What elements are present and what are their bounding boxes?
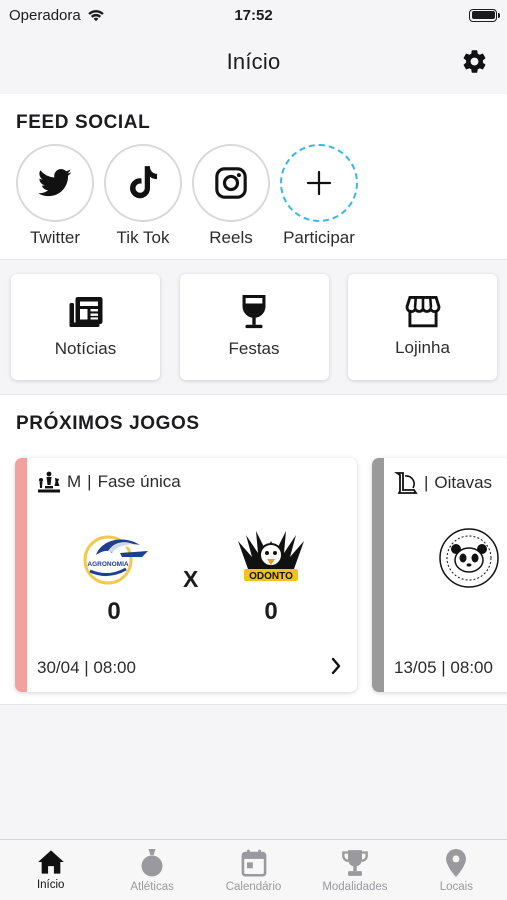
instagram-icon	[215, 167, 247, 199]
odonto-logo-text: ODONTO	[249, 571, 293, 582]
wifi-icon	[87, 10, 104, 22]
home-score: 0	[107, 598, 121, 625]
game-card[interactable]: M | Fase única AGRONOMIA X ODONTO 0 0 30…	[15, 458, 357, 692]
carrier-name: Operadora	[9, 6, 81, 24]
away-score: 0	[264, 598, 278, 625]
quick-link-label: Lojinha	[395, 338, 450, 357]
quick-link-label: Festas	[228, 339, 280, 358]
chevron-right-icon[interactable]	[331, 657, 341, 675]
quick-link-festas[interactable]: Festas	[179, 274, 329, 380]
tab-label: Modalidades	[322, 881, 388, 893]
tab-label: Locais	[439, 881, 473, 893]
social-label: Twitter	[29, 228, 81, 247]
game-accent-stripe	[15, 458, 27, 692]
game-header: M | Fase única	[37, 471, 181, 493]
game-datetime: 13/05 | 08:00	[394, 658, 493, 677]
content-scroll[interactable]: FEED SOCIAL Twitter Tik Tok Reels Partic…	[0, 94, 507, 839]
participar-circle	[280, 144, 358, 222]
tab-inicio[interactable]: Início	[0, 840, 101, 900]
tab-label: Atléticas	[130, 881, 174, 893]
tab-calendario[interactable]: Calendário	[203, 840, 304, 900]
calendar-icon	[241, 849, 266, 877]
social-feed-title: FEED SOCIAL	[16, 112, 151, 133]
trophy-icon	[342, 850, 368, 876]
game-header: | Oitavas	[394, 471, 492, 495]
odonto-logo: ODONTO	[234, 527, 306, 589]
home-icon	[37, 850, 64, 874]
tab-label: Calendário	[225, 881, 282, 893]
gear-icon	[463, 49, 485, 73]
game-card[interactable]: | Oitavas 13/05 | 08:00	[372, 458, 507, 692]
upcoming-games-title: PRÓXIMOS JOGOS	[16, 413, 200, 434]
social-label: Tik Tok	[116, 228, 170, 247]
game-accent-stripe	[372, 458, 384, 692]
panda-logo	[438, 527, 507, 589]
tiktok-circle	[104, 144, 182, 222]
quick-link-label: Notícias	[54, 339, 117, 358]
agronomia-logo: AGRONOMIA	[78, 527, 150, 589]
carrier: Operadora	[9, 7, 105, 24]
game-phase: Oitavas	[434, 473, 493, 492]
twitter-icon	[38, 168, 72, 197]
social-label: Participar	[283, 228, 355, 247]
status-bar: Operadora 17:52	[0, 0, 507, 30]
upcoming-games-section: PRÓXIMOS JOGOS M | Fase única AGRONOMIA …	[0, 395, 507, 705]
game-datetime: 30/04 | 08:00	[37, 658, 136, 677]
game-phase: Fase única	[97, 472, 181, 491]
plus-icon	[306, 170, 332, 196]
tab-atleticas[interactable]: Atléticas	[101, 840, 202, 900]
instagram-circle	[192, 144, 270, 222]
league-of-legends-icon	[394, 472, 418, 494]
tab-modalidades[interactable]: Modalidades	[304, 840, 405, 900]
agronomia-logo-text: AGRONOMIA	[87, 561, 128, 568]
tab-locais[interactable]: Locais	[406, 840, 507, 900]
social-item-tiktok[interactable]: Tik Tok	[99, 144, 187, 248]
battery-icon	[469, 8, 500, 22]
tab-bar: Início Atléticas Calendário Modalidades	[0, 839, 507, 900]
medal-icon	[141, 849, 163, 877]
location-pin-icon	[446, 849, 467, 877]
page-title: Início	[226, 49, 281, 74]
newspaper-icon	[69, 297, 102, 327]
game-separator: |	[424, 473, 429, 492]
twitter-circle	[16, 144, 94, 222]
social-feed-section: FEED SOCIAL Twitter Tik Tok Reels Partic…	[0, 94, 507, 260]
store-icon	[405, 296, 440, 328]
tab-label: Início	[36, 879, 65, 891]
wine-glass-icon	[242, 295, 266, 329]
versus-label: X	[183, 566, 199, 592]
games-carousel[interactable]: M | Fase única AGRONOMIA X ODONTO 0 0 30…	[15, 458, 507, 692]
quick-link-lojinha[interactable]: Lojinha	[348, 274, 497, 380]
social-item-reels[interactable]: Reels	[187, 144, 275, 248]
tiktok-icon	[130, 166, 157, 199]
social-label: Reels	[209, 228, 253, 247]
social-item-participar[interactable]: Participar	[275, 144, 363, 248]
quick-link-noticias[interactable]: Notícias	[11, 274, 160, 380]
quick-links-row: Notícias Festas Lojinha	[0, 260, 507, 395]
settings-button[interactable]	[459, 46, 489, 76]
social-item-twitter[interactable]: Twitter	[11, 144, 99, 248]
game-category: M	[67, 472, 82, 491]
social-feed-row: Twitter Tik Tok Reels Participar	[0, 144, 507, 248]
chess-icon	[38, 471, 60, 493]
navigation-bar: Início	[0, 30, 507, 94]
game-separator: |	[87, 472, 92, 491]
